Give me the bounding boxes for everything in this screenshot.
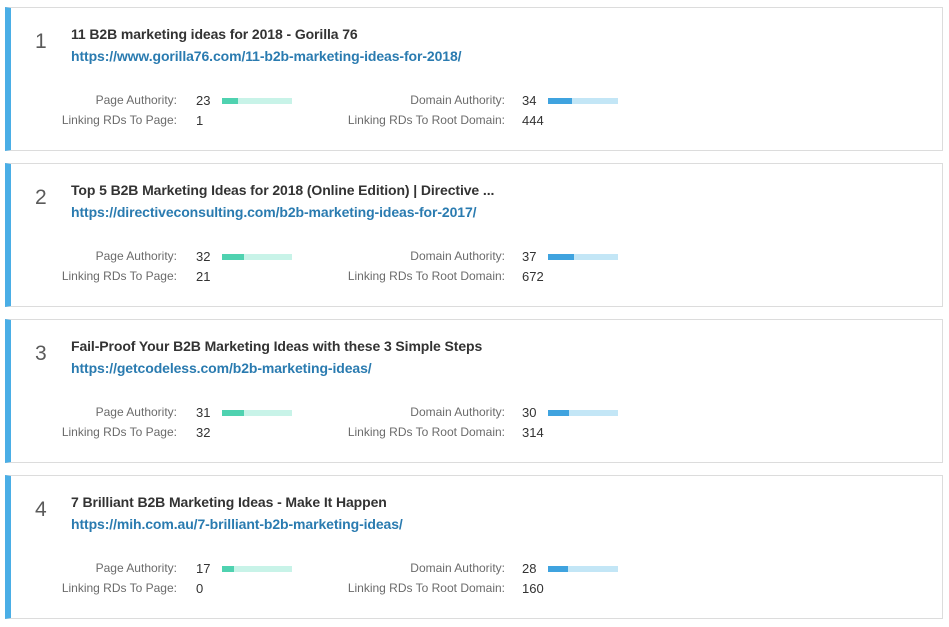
linking-rds-page-label: Linking RDs To Page: xyxy=(61,113,177,127)
page-authority-label: Page Authority: xyxy=(95,249,177,263)
linking-rds-root-value: 444 xyxy=(522,113,544,128)
page-authority-label: Page Authority: xyxy=(95,405,177,419)
page-authority-bar-fill xyxy=(222,566,234,572)
result-rank: 4 xyxy=(35,498,47,521)
domain-authority-bar-fill xyxy=(548,254,574,260)
result-card: 3 Fail-Proof Your B2B Marketing Ideas wi… xyxy=(5,319,943,463)
linking-rds-page-value: 1 xyxy=(196,113,204,128)
domain-authority-bar xyxy=(548,566,618,572)
result-url-link[interactable]: https://directiveconsulting.com/b2b-mark… xyxy=(71,204,477,220)
page-authority-bar-fill xyxy=(222,98,239,104)
linking-rds-page-label: Linking RDs To Page: xyxy=(61,581,177,595)
result-title[interactable]: 11 B2B marketing ideas for 2018 - Gorill… xyxy=(71,26,358,42)
result-card: 4 7 Brilliant B2B Marketing Ideas - Make… xyxy=(5,475,943,619)
result-url-link[interactable]: https://getcodeless.com/b2b-marketing-id… xyxy=(71,360,372,376)
linking-rds-page-value: 21 xyxy=(196,269,211,284)
page-authority-value: 23 xyxy=(196,93,211,108)
page-authority-bar xyxy=(222,566,292,572)
result-title[interactable]: Top 5 B2B Marketing Ideas for 2018 (Onli… xyxy=(71,182,494,198)
result-card: 2 Top 5 B2B Marketing Ideas for 2018 (On… xyxy=(5,163,943,307)
linking-rds-page-value: 32 xyxy=(196,425,211,440)
result-url-link[interactable]: https://www.gorilla76.com/11-b2b-marketi… xyxy=(71,48,462,64)
domain-authority-bar-fill xyxy=(548,98,572,104)
page-authority-value: 32 xyxy=(196,249,211,264)
linking-rds-page-label: Linking RDs To Page: xyxy=(61,425,177,439)
linking-rds-root-value: 160 xyxy=(522,581,544,596)
result-title[interactable]: Fail-Proof Your B2B Marketing Ideas with… xyxy=(71,338,482,354)
page-authority-bar-fill xyxy=(222,254,245,260)
linking-rds-page-label: Linking RDs To Page: xyxy=(61,269,177,283)
page-authority-value: 17 xyxy=(196,561,211,576)
linking-rds-root-label: Linking RDs To Root Domain: xyxy=(347,269,505,283)
domain-authority-bar-fill xyxy=(548,410,569,416)
page-authority-label: Page Authority: xyxy=(95,93,177,107)
page-authority-value: 31 xyxy=(196,405,211,420)
page-authority-bar xyxy=(222,98,292,104)
domain-authority-label: Domain Authority: xyxy=(410,249,505,263)
result-rank: 1 xyxy=(35,30,47,53)
linking-rds-root-label: Linking RDs To Root Domain: xyxy=(347,425,505,439)
result-card: 1 11 B2B marketing ideas for 2018 - Gori… xyxy=(5,7,943,151)
domain-authority-bar xyxy=(548,410,618,416)
result-rank: 3 xyxy=(35,342,47,365)
domain-authority-label: Domain Authority: xyxy=(410,561,505,575)
linking-rds-root-value: 672 xyxy=(522,269,544,284)
domain-authority-value: 28 xyxy=(522,561,537,576)
domain-authority-bar xyxy=(548,254,618,260)
page-authority-bar xyxy=(222,254,292,260)
linking-rds-root-label: Linking RDs To Root Domain: xyxy=(347,581,505,595)
domain-authority-value: 37 xyxy=(522,249,537,264)
linking-rds-page-value: 0 xyxy=(196,581,204,596)
domain-authority-bar xyxy=(548,98,618,104)
page-authority-bar xyxy=(222,410,292,416)
linking-rds-root-value: 314 xyxy=(522,425,544,440)
page-authority-bar-fill xyxy=(222,410,244,416)
domain-authority-label: Domain Authority: xyxy=(410,93,505,107)
result-title[interactable]: 7 Brilliant B2B Marketing Ideas - Make I… xyxy=(71,494,387,510)
domain-authority-value: 30 xyxy=(522,405,537,420)
result-rank: 2 xyxy=(35,186,47,209)
linking-rds-root-label: Linking RDs To Root Domain: xyxy=(347,113,505,127)
domain-authority-label: Domain Authority: xyxy=(410,405,505,419)
page-authority-label: Page Authority: xyxy=(95,561,177,575)
domain-authority-bar-fill xyxy=(548,566,568,572)
result-url-link[interactable]: https://mih.com.au/7-brilliant-b2b-marke… xyxy=(71,516,403,532)
domain-authority-value: 34 xyxy=(522,93,537,108)
